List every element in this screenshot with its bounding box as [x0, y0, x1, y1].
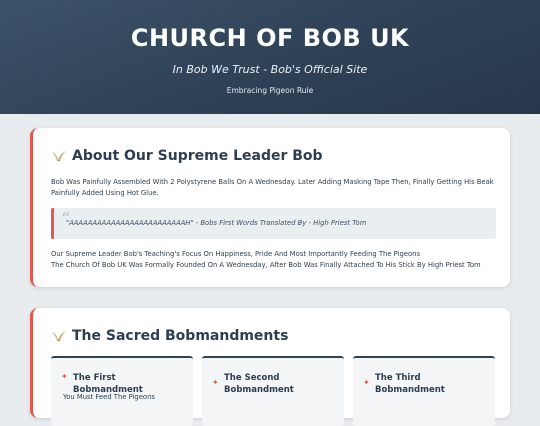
bobmandment-card-3: ✦ The Third Bobmandment	[353, 356, 495, 426]
bobmandment-card-2: ✦ The Second Bobmandment	[202, 356, 344, 426]
bobmandments-heading: The Sacred Bobmandments	[51, 328, 288, 344]
bobmandments-card: The Sacred Bobmandments ✦ The First Bobm…	[30, 308, 510, 426]
dove-icon	[51, 329, 67, 343]
star-icon: ✦	[61, 372, 68, 381]
site-title: CHURCH OF BOB UK	[130, 24, 410, 52]
bobmandments-heading-text: The Sacred Bobmandments	[72, 328, 289, 344]
site-tagline: In Bob We Trust - Bob's Official Site	[172, 63, 368, 76]
star-icon: ✦	[212, 378, 219, 387]
about-paragraph-2-line-1: Our Supreme Leader Bob's Teaching's Focu…	[51, 250, 420, 258]
quote-block: “ "AAAAAAAAAAAAAAAAAAAAAAAAAH" - Bobs Fi…	[51, 208, 496, 239]
about-heading-text: About Our Supreme Leader Bob	[72, 148, 323, 164]
about-paragraph-1: Bob Was Painfully Assembled With 2 Polys…	[51, 178, 494, 197]
about-card: About Our Supreme Leader Bob Bob Was Pai…	[30, 128, 510, 287]
dove-icon	[51, 149, 67, 163]
bobmandment-card-1: ✦ The First Bobmandment You Must Feed Th…	[51, 356, 193, 426]
about-paragraph-2: Our Supreme Leader Bob's Teaching's Focu…	[51, 249, 496, 271]
quote-text: "AAAAAAAAAAAAAAAAAAAAAAAAAH" - Bobs Firs…	[66, 219, 367, 227]
bobmandment-title: The Third Bobmandment	[375, 373, 445, 395]
site-subtitle: Embracing Pigeon Rule	[226, 86, 314, 95]
bobmandment-title: The Second Bobmandment	[224, 373, 294, 395]
bobmandment-description: You Must Feed The Pigeons	[63, 393, 155, 401]
hero-banner: CHURCH OF BOB UK In Bob We Trust - Bob's…	[0, 0, 540, 114]
about-heading: About Our Supreme Leader Bob	[51, 148, 323, 164]
star-icon: ✦	[363, 378, 370, 387]
about-paragraph-2-line-2: The Church Of Bob UK Was Formally Founde…	[51, 261, 481, 269]
